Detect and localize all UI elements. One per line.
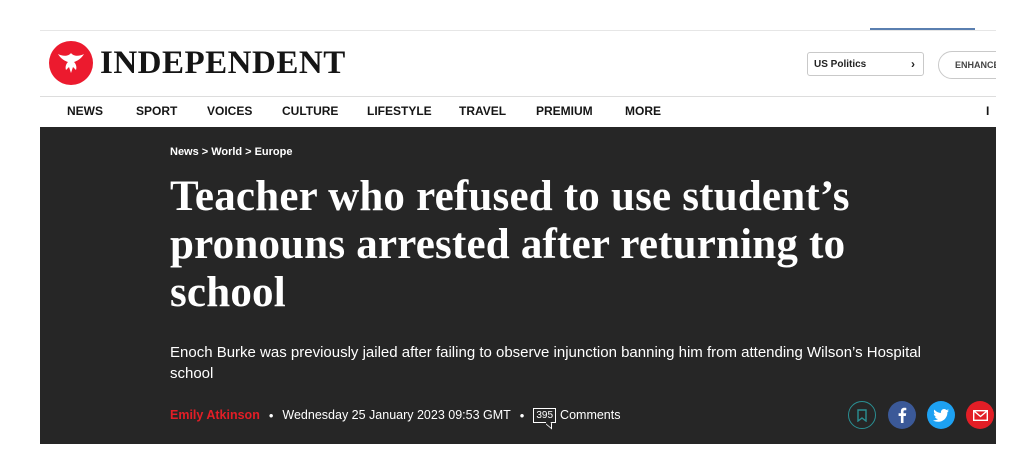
comment-count-badge: 395 xyxy=(533,407,557,423)
breadcrumb-news[interactable]: News xyxy=(170,146,199,158)
breadcrumb-separator: > xyxy=(201,146,209,158)
twitter-icon xyxy=(933,408,949,422)
byline-separator: • xyxy=(268,407,274,423)
page-frame: INDEPENDENT US Politics › ENHANCE NEWS S… xyxy=(40,30,996,444)
eagle-logo-icon xyxy=(49,41,93,85)
nav-item-truncated[interactable]: I xyxy=(986,97,989,127)
byline-separator: • xyxy=(519,407,525,423)
nav-item-culture[interactable]: CULTURE xyxy=(282,97,338,127)
email-icon xyxy=(972,409,988,421)
us-politics-button[interactable]: US Politics › xyxy=(807,52,924,76)
comments-link[interactable]: 395 Comments xyxy=(533,407,621,423)
article-headline: Teacher who refused to use student’s pro… xyxy=(170,173,850,316)
nav-item-news[interactable]: NEWS xyxy=(67,97,103,127)
breadcrumb: News > World > Europe xyxy=(170,146,293,158)
breadcrumb-world[interactable]: World xyxy=(211,146,242,158)
bookmark-icon xyxy=(857,408,867,422)
nav-item-voices[interactable]: VOICES xyxy=(207,97,252,127)
enhanced-label: ENHANCE xyxy=(955,60,996,70)
bookmark-button[interactable] xyxy=(848,401,876,429)
author-link[interactable]: Emily Atkinson xyxy=(170,408,260,422)
publish-date: Wednesday 25 January 2023 09:53 GMT xyxy=(282,408,511,422)
breadcrumb-separator: > xyxy=(245,146,252,158)
brand-wordmark: INDEPENDENT xyxy=(100,44,346,81)
us-politics-label: US Politics xyxy=(814,58,867,70)
article-standfirst: Enoch Burke was previously jailed after … xyxy=(170,344,921,382)
facebook-icon xyxy=(898,407,907,423)
comments-label: Comments xyxy=(560,408,621,422)
main-nav: NEWS SPORT VOICES CULTURE LIFESTYLE TRAV… xyxy=(40,96,996,127)
nav-item-lifestyle[interactable]: LIFESTYLE xyxy=(367,97,432,127)
email-share-button[interactable] xyxy=(966,401,994,429)
site-logo[interactable]: INDEPENDENT xyxy=(49,41,346,85)
twitter-share-button[interactable] xyxy=(927,401,955,429)
chevron-right-icon: › xyxy=(911,57,915,71)
facebook-share-button[interactable] xyxy=(888,401,916,429)
enhanced-button[interactable]: ENHANCE xyxy=(938,51,996,79)
nav-item-more[interactable]: MORE xyxy=(625,97,661,127)
nav-item-sport[interactable]: SPORT xyxy=(136,97,177,127)
nav-item-premium[interactable]: PREMIUM xyxy=(536,97,593,127)
breadcrumb-europe[interactable]: Europe xyxy=(255,146,293,158)
article-hero: News > World > Europe Teacher who refused to… xyxy=(40,127,996,444)
nav-item-travel[interactable]: TRAVEL xyxy=(459,97,506,127)
site-header: INDEPENDENT US Politics › ENHANCE xyxy=(40,31,996,95)
article-byline: Emily Atkinson • Wednesday 25 January 20… xyxy=(170,404,620,426)
